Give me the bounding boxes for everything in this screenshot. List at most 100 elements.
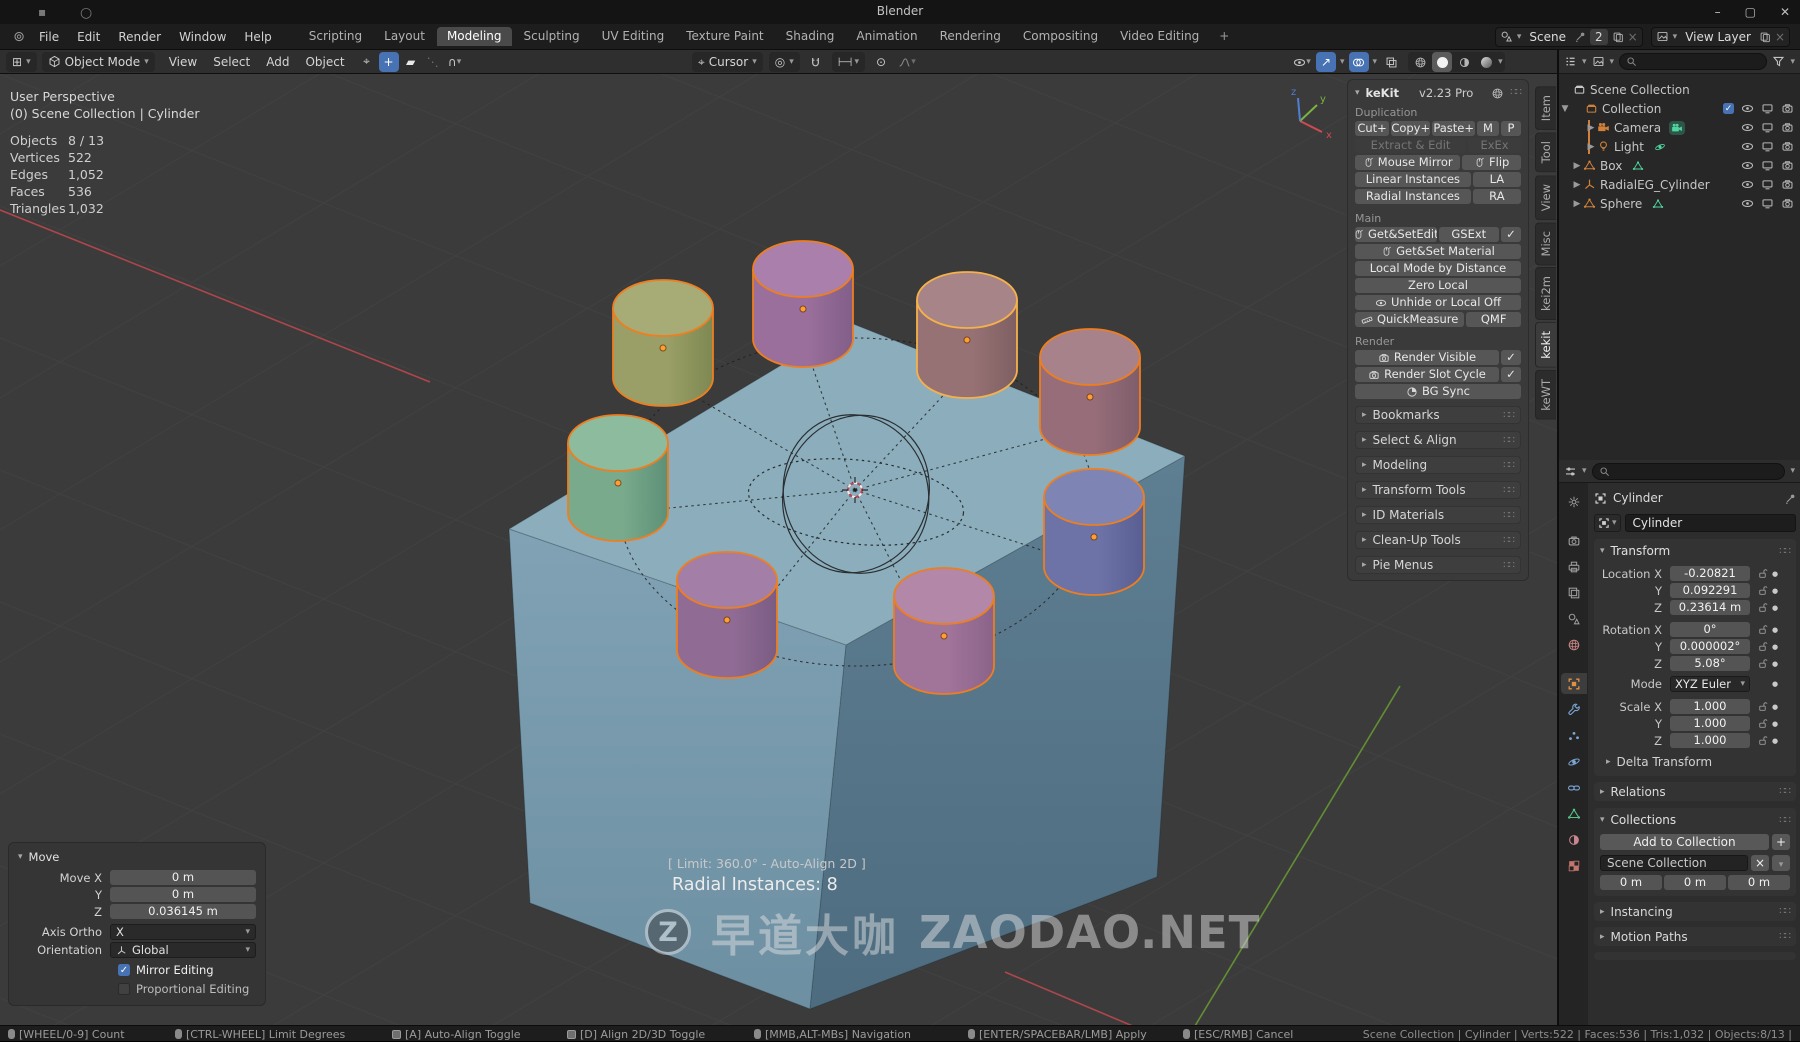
rotation-mode-dropdown[interactable]: XYZ Euler▾: [1670, 676, 1750, 692]
menu-edit[interactable]: Edit: [68, 27, 109, 47]
rotation-y-field[interactable]: 0.000002°: [1670, 639, 1750, 654]
tab-rendering[interactable]: Rendering: [930, 27, 1011, 46]
scene-name[interactable]: Scene: [1525, 30, 1570, 44]
pivot-point-dropdown[interactable]: ◎▾: [769, 52, 800, 72]
delta-transform-panel[interactable]: ▸Delta Transform: [1606, 755, 1790, 769]
outliner-row-sphere[interactable]: ▶ Sphere: [1559, 194, 1800, 213]
mirror-editing-checkbox[interactable]: ✓: [118, 964, 130, 976]
render-visible-checkbox[interactable]: ✓: [1501, 350, 1521, 365]
panel-id-materials[interactable]: ▸ID Materials∷∷: [1355, 506, 1521, 524]
editor-type-button[interactable]: ⊞▾: [6, 52, 37, 72]
cylinder-purple[interactable]: [753, 241, 853, 367]
gsext-button[interactable]: GSExt: [1439, 227, 1499, 242]
bg-sync-button[interactable]: BG Sync: [1355, 384, 1521, 399]
outliner-filter-icon[interactable]: [1772, 55, 1785, 68]
expand-icon[interactable]: ▶: [1585, 123, 1597, 133]
object-id-icon[interactable]: ▾: [1594, 514, 1621, 532]
collection-offset-y[interactable]: 0 m: [1664, 875, 1726, 890]
viewport-disable-icon[interactable]: [1761, 102, 1774, 115]
properties-search-input[interactable]: [1592, 463, 1786, 480]
radial-instances-button[interactable]: Radial Instances: [1355, 189, 1471, 204]
scale-y-field[interactable]: 1.000: [1670, 716, 1750, 731]
object-visibility-icon[interactable]: ▾: [1292, 52, 1312, 72]
gsext-checkbox[interactable]: ✓: [1501, 227, 1521, 242]
lock-icon[interactable]: [1757, 624, 1768, 635]
light-data-icon[interactable]: [1654, 141, 1666, 153]
mesh-data-icon[interactable]: [1632, 160, 1644, 172]
sidebar-tab-misc[interactable]: Misc: [1535, 222, 1556, 265]
outliner-editor-icon[interactable]: [1564, 55, 1577, 68]
kekit-collapse-icon[interactable]: ▾: [1355, 88, 1360, 98]
shading-chevron-icon[interactable]: ▾: [1498, 57, 1503, 67]
transform-collapse-icon[interactable]: ▾: [1600, 546, 1605, 556]
scale-z-field[interactable]: 1.000: [1670, 733, 1750, 748]
tab-output[interactable]: [1561, 556, 1587, 577]
tab-modeling[interactable]: Modeling: [437, 27, 512, 46]
outliner-filter-chevron-icon[interactable]: ▾: [1790, 57, 1795, 67]
shading-material-icon[interactable]: [1454, 52, 1474, 72]
tab-sculpting[interactable]: Sculpting: [514, 27, 590, 46]
overlays-chevron-icon[interactable]: ▾: [1373, 57, 1378, 67]
move-tool-icon[interactable]: +: [379, 52, 399, 72]
move-x-field[interactable]: 0 m: [110, 870, 256, 885]
sidebar-tab-kekit[interactable]: kekit: [1535, 322, 1556, 368]
scale-x-field[interactable]: 1.000: [1670, 699, 1750, 714]
cylinder-pink[interactable]: [894, 568, 994, 694]
panel-bookmarks[interactable]: ▸Bookmarks∷∷: [1355, 406, 1521, 424]
location-x-field[interactable]: -0.20821: [1670, 566, 1750, 581]
move-y-field[interactable]: 0 m: [110, 887, 256, 902]
tab-uv-editing[interactable]: UV Editing: [592, 27, 675, 46]
tweak-tool-icon[interactable]: ⌖: [357, 52, 377, 72]
paste-button[interactable]: Paste+: [1432, 121, 1475, 136]
animate-dot-icon[interactable]: ●: [1770, 570, 1780, 578]
sidebar-tab-kei2m[interactable]: kei2m: [1535, 267, 1556, 320]
exex-button[interactable]: ExEx: [1468, 138, 1521, 153]
flip-button[interactable]: Flip: [1462, 155, 1521, 170]
animate-dot-icon[interactable]: ●: [1770, 643, 1780, 651]
camera-data-icon[interactable]: [1669, 121, 1685, 135]
outliner-row-camera[interactable]: ▶ Camera: [1559, 118, 1800, 137]
quick-measure-button[interactable]: QuickMeasure: [1355, 312, 1464, 327]
tab-layout[interactable]: Layout: [374, 27, 435, 46]
lock-icon[interactable]: [1757, 568, 1768, 579]
cylinder-blue[interactable]: [1044, 469, 1144, 595]
menu-render[interactable]: Render: [109, 27, 170, 47]
outliner-row-light[interactable]: ▶ Light: [1559, 137, 1800, 156]
outliner-row-scene-collection[interactable]: Scene Collection: [1559, 80, 1800, 99]
animate-dot-icon[interactable]: ●: [1770, 737, 1780, 745]
outliner-display-mode-icon[interactable]: [1592, 55, 1605, 68]
shading-rendered-icon[interactable]: [1476, 52, 1496, 72]
menu-file[interactable]: File: [30, 27, 68, 47]
linear-instances-button[interactable]: Linear Instances: [1355, 172, 1471, 187]
cylinder-brown[interactable]: [917, 272, 1017, 398]
dots-tool-icon[interactable]: ⋱: [423, 52, 443, 72]
relations-panel[interactable]: ▸Relations∷∷: [1594, 782, 1796, 801]
ra-button[interactable]: RA: [1473, 189, 1521, 204]
viewport-disable-icon[interactable]: [1761, 159, 1774, 172]
snap-magnet-icon[interactable]: [806, 52, 826, 72]
render-visible-button[interactable]: Render Visible: [1355, 350, 1499, 365]
3d-viewport[interactable]: xyz User Perspective (0) Scene Collectio…: [0, 74, 1557, 1025]
rotation-x-field[interactable]: 0°: [1670, 622, 1750, 637]
tab-shading[interactable]: Shading: [776, 27, 845, 46]
tab-particles[interactable]: [1561, 725, 1587, 746]
animate-dot-icon[interactable]: ●: [1770, 720, 1780, 728]
animate-dot-icon[interactable]: ●: [1770, 680, 1780, 688]
expand-icon[interactable]: ▶: [1585, 142, 1597, 152]
scene-icon[interactable]: [1500, 30, 1513, 43]
lock-icon[interactable]: [1757, 701, 1768, 712]
add-to-collection-button[interactable]: Add to Collection: [1600, 834, 1769, 850]
hide-eye-icon[interactable]: [1741, 197, 1754, 210]
scene-users-count[interactable]: 2: [1590, 29, 1608, 45]
tab-render[interactable]: [1561, 530, 1587, 551]
new-scene-icon[interactable]: [1612, 31, 1624, 43]
location-y-field[interactable]: 0.092291: [1670, 583, 1750, 598]
location-z-field[interactable]: 0.23614 m: [1670, 600, 1750, 615]
get-set-edit-button[interactable]: Get&SetEdit: [1355, 227, 1437, 242]
sidebar-tab-tool[interactable]: Tool: [1535, 132, 1556, 172]
instancing-panel[interactable]: ▸Instancing∷∷: [1594, 902, 1796, 921]
cylinder-rose[interactable]: [1040, 329, 1140, 455]
extract-edit-button[interactable]: Extract & Edit: [1355, 138, 1466, 153]
collection-name-field[interactable]: Scene Collection: [1600, 855, 1748, 871]
outliner-row-radialeg-cylinder[interactable]: ▶ RadialEG_Cylinder: [1559, 175, 1800, 194]
